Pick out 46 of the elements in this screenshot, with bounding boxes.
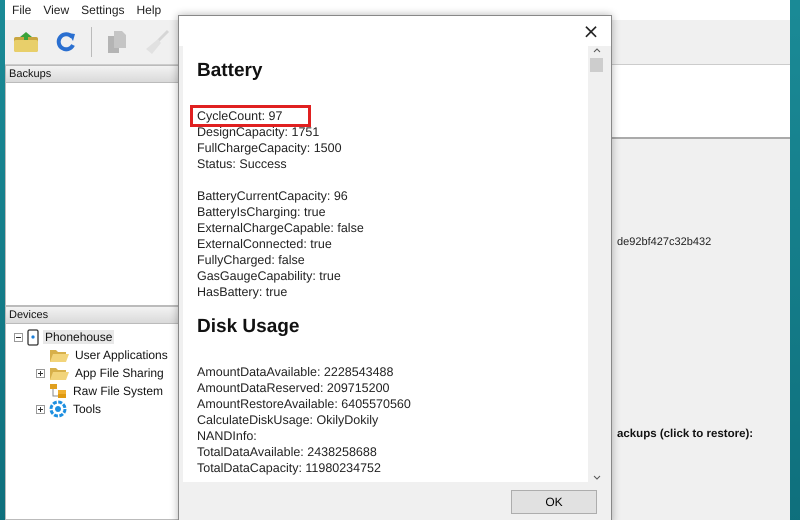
broom-icon bbox=[144, 29, 170, 55]
backups-label: ackups (click to restore): bbox=[617, 428, 754, 440]
info-line: AmountRestoreAvailable: 6405570560 bbox=[197, 396, 411, 412]
copy-icon bbox=[106, 30, 128, 54]
info-line: AmountDataReserved: 209715200 bbox=[197, 380, 390, 396]
info-line: FullyCharged: false bbox=[197, 252, 305, 268]
device-id-text: de92bf427c32b432 bbox=[617, 236, 712, 248]
info-line: NANDInfo: bbox=[197, 428, 257, 444]
folder-icon bbox=[49, 348, 69, 362]
info-line: BatteryCurrentCapacity: 96 bbox=[197, 188, 348, 204]
scrollbar-thumb[interactable] bbox=[590, 58, 603, 72]
info-line: HasBattery: true bbox=[197, 284, 288, 300]
info-line: DesignCapacity: 1751 bbox=[197, 124, 320, 140]
info-line: BatteryIsCharging: true bbox=[197, 204, 326, 220]
info-line: TotalDataAvailable: 2438258688 bbox=[197, 444, 377, 460]
tree-item[interactable]: User Applications bbox=[73, 348, 170, 362]
file-system-icon bbox=[49, 383, 67, 399]
info-line: TotalDataCapacity: 11980234752 bbox=[197, 460, 381, 476]
tree-item[interactable]: Raw File System bbox=[71, 384, 166, 398]
close-button[interactable]: × bbox=[571, 16, 611, 46]
expand-icon[interactable] bbox=[36, 404, 45, 414]
section-heading: Disk Usage bbox=[197, 316, 300, 338]
tree-item[interactable]: Phonehouse bbox=[43, 330, 114, 344]
ok-button[interactable]: OK bbox=[511, 490, 597, 514]
tree-item[interactable]: App File Sharing bbox=[73, 366, 166, 380]
menu-item[interactable]: View bbox=[38, 3, 74, 17]
section-heading: Battery bbox=[197, 60, 264, 82]
menu-item[interactable]: Settings bbox=[76, 3, 130, 17]
info-line: FullChargeCapacity: 1500 bbox=[197, 140, 342, 156]
info-line: CalculateDiskUsage: OkilyDokily bbox=[197, 412, 378, 428]
expand-icon[interactable] bbox=[36, 368, 45, 378]
info-line: Status: Success bbox=[197, 156, 287, 172]
info-line: AmountDataAvailable: 2228543488 bbox=[197, 364, 394, 380]
menu-item[interactable]: Help bbox=[132, 3, 166, 17]
menu-item[interactable]: File bbox=[7, 3, 36, 17]
collapse-icon[interactable] bbox=[14, 332, 23, 342]
refresh-icon bbox=[55, 31, 77, 53]
info-line: ExternalConnected: true bbox=[197, 236, 332, 252]
gear-icon bbox=[49, 400, 67, 418]
phone-icon bbox=[27, 328, 39, 346]
info-line: ExternalChargeCapable: false bbox=[197, 220, 364, 236]
open-folder-icon bbox=[13, 31, 39, 53]
tree-item[interactable]: Tools bbox=[71, 402, 104, 416]
info-line: GasGaugeCapability: true bbox=[197, 268, 341, 284]
info-line: CycleCount: 97 bbox=[193, 108, 308, 124]
folder-icon bbox=[49, 366, 69, 380]
